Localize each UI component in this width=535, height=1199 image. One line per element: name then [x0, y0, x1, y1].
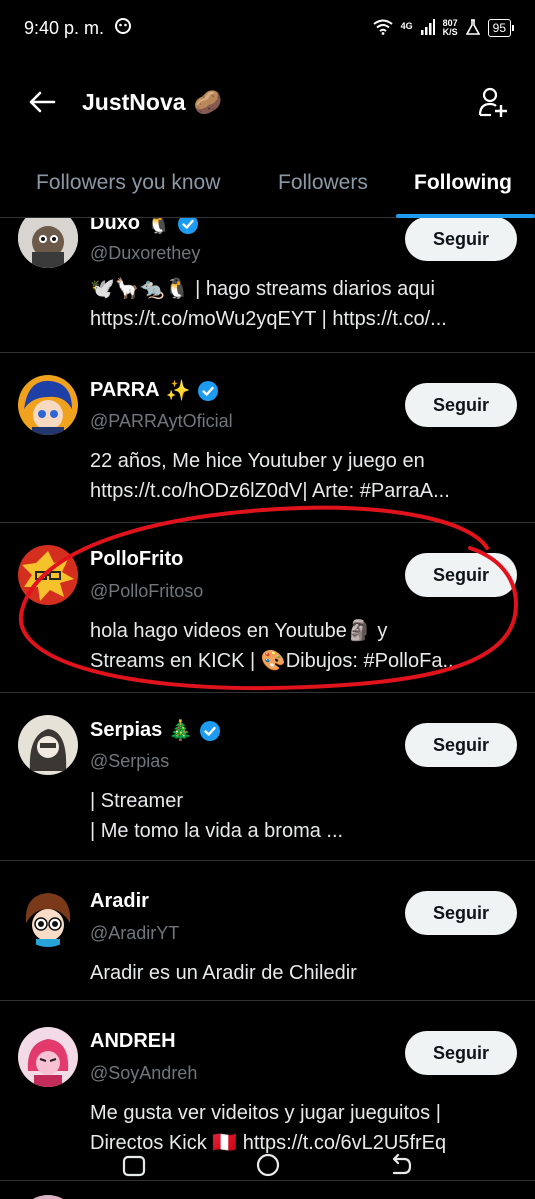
verified-badge-icon — [200, 720, 221, 741]
status-time: 9:40 p. m. — [24, 17, 105, 38]
avatar — [18, 715, 78, 775]
speed-unit: K/S — [442, 27, 458, 37]
user-name-line: ANDREH — [90, 1030, 176, 1053]
bio-line: | Streamer — [90, 790, 183, 812]
user-name: PARRA — [90, 379, 160, 401]
list-item[interactable]: PolloFrito @PolloFritoso hola hago video… — [0, 523, 535, 693]
bio-line: Streams en KICK | 🎨Dibujos: #PolloFa... — [90, 650, 460, 672]
bio-line: https://t.co/moWu2yqEYT | https://t.co/.… — [90, 308, 447, 330]
tab-followers[interactable]: Followers — [278, 148, 368, 218]
user-handle: @SoyAndreh — [90, 1063, 198, 1083]
avatar — [18, 887, 78, 947]
page-title-text: JustNova — [82, 88, 186, 115]
bio-line: Me gusta ver videitos y jugar jueguitos … — [90, 1102, 441, 1124]
user-bio: Aradir es un Aradir de Chiledir — [90, 958, 520, 988]
user-bio: hola hago videos en Youtube🗿 y Streams e… — [90, 616, 520, 676]
follow-button[interactable]: Seguir — [405, 1031, 517, 1075]
user-bio: | Streamer | Me tomo la vida a broma ... — [90, 786, 520, 846]
user-bio: 🕊️🦙🐀🐧 | hago streams diarios aqui https:… — [90, 274, 520, 334]
follow-button[interactable]: Seguir — [405, 891, 517, 935]
user-handle: @PolloFritoso — [90, 581, 204, 601]
user-bio: 22 años, Me hice Youtuber y juego en htt… — [90, 446, 520, 506]
avatar — [18, 545, 78, 605]
add-user-icon — [478, 87, 507, 117]
follow-button[interactable]: Seguir — [405, 723, 517, 767]
user-name-line: Aradir — [90, 890, 149, 913]
user-name-line: Duxo 🐧 — [90, 218, 199, 236]
user-name: Duxo — [90, 218, 140, 234]
network-type: 4G — [400, 20, 413, 31]
back-nav-button[interactable] — [386, 1151, 416, 1181]
user-name-line: PARRA ✨ — [90, 378, 219, 403]
home-button[interactable] — [254, 1151, 284, 1181]
page-title: JustNova 🥔 — [82, 89, 222, 116]
name-emoji: ✨ — [165, 380, 191, 402]
tab-following[interactable]: Following — [414, 148, 512, 218]
avatar — [18, 375, 78, 435]
back-button[interactable] — [22, 82, 62, 122]
add-user-button[interactable] — [473, 82, 513, 122]
system-nav-bar — [0, 1145, 535, 1185]
tab-bar: Followers you know Followers Following — [0, 148, 535, 218]
profile-header: JustNova 🥔 — [0, 60, 535, 144]
recent-apps-button[interactable] — [120, 1151, 150, 1181]
bio-line: 22 años, Me hice Youtuber y juego en — [90, 450, 425, 472]
name-emoji: 🎄 — [168, 720, 194, 742]
user-name-line: Serpias 🎄 — [90, 718, 221, 743]
potato-emoji: 🥔 — [193, 88, 223, 115]
bio-line: hola hago videos en Youtube🗿 y — [90, 620, 388, 642]
user-handle: @PARRAytOficial — [90, 411, 233, 431]
verified-badge-icon — [177, 218, 198, 234]
follow-button[interactable]: Seguir — [405, 553, 517, 597]
avatar — [18, 1195, 78, 1199]
user-name-line: PolloFrito — [90, 548, 183, 571]
square-icon — [122, 1155, 146, 1177]
bio-line: Aradir es un Aradir de Chiledir — [90, 962, 357, 984]
app-notification-icon — [114, 17, 132, 40]
battery-indicator: 95 — [487, 19, 515, 37]
list-item[interactable]: Aradir @AradirYT Aradir es un Aradir de … — [0, 861, 535, 1001]
user-name: Aradir — [90, 890, 149, 912]
following-list: Duxo 🐧 @Duxorethey 🕊️🦙🐀🐧 | hago streams … — [0, 218, 535, 1199]
network-speed: 807 K/S — [443, 19, 458, 37]
list-item[interactable]: PARRA ✨ @PARRAytOficial 22 años, Me hice… — [0, 353, 535, 523]
arrow-left-icon — [29, 91, 56, 113]
avatar — [18, 1027, 78, 1087]
back-arrow-icon — [392, 1153, 412, 1175]
list-item[interactable]: Duxo 🐧 @Duxorethey 🕊️🦙🐀🐧 | hago streams … — [0, 218, 535, 353]
user-name: Serpias — [90, 719, 163, 741]
signal-icon — [420, 18, 435, 38]
circle-icon — [256, 1153, 280, 1177]
user-handle: @AradirYT — [90, 923, 180, 943]
flask-icon — [465, 18, 481, 38]
status-bar: 9:40 p. m. 4G 807 K/S 95 — [0, 0, 535, 56]
user-handle: @Duxorethey — [90, 243, 201, 263]
user-name: ANDREH — [90, 1030, 176, 1052]
list-item[interactable]: Serpias 🎄 @Serpias | Streamer | Me tomo … — [0, 693, 535, 861]
wifi-icon — [372, 19, 393, 38]
follow-button[interactable]: Seguir — [405, 383, 517, 427]
user-handle: @Serpias — [90, 751, 170, 771]
verified-badge-icon — [197, 380, 218, 401]
tab-followers-you-know[interactable]: Followers you know — [36, 148, 220, 218]
bio-line: 🕊️🦙🐀🐧 | hago streams diarios aqui — [90, 278, 435, 300]
avatar — [18, 218, 78, 268]
bio-line: | Me tomo la vida a broma ... — [90, 820, 344, 842]
bio-line: https://t.co/hODz6lZ0dV| Arte: #ParraA..… — [90, 480, 450, 502]
follow-button[interactable]: Seguir — [405, 218, 517, 261]
name-emoji: 🐧 — [146, 218, 171, 235]
user-name: PolloFrito — [90, 548, 184, 570]
